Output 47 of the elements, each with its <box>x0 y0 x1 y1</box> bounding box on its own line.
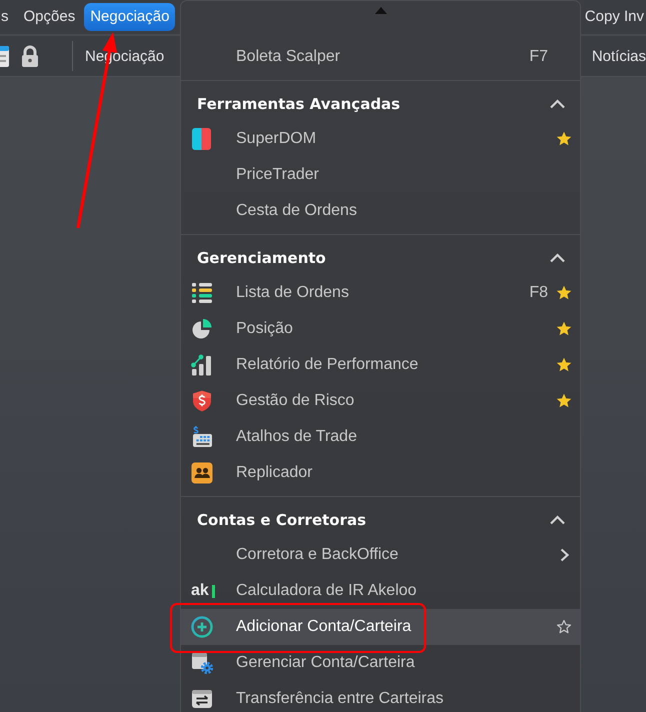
section-title: Contas e Corretoras <box>197 511 366 529</box>
menu-item[interactable]: ak Calculadora de IR Akeloo <box>181 573 580 609</box>
shield-dollar-icon <box>191 390 213 412</box>
chevron-up-icon[interactable] <box>549 253 566 263</box>
menu-item[interactable]: Relatório de Performance <box>181 347 580 383</box>
menu-item[interactable]: Lista de Ordens F8 <box>181 275 580 311</box>
menu-item[interactable]: SuperDOM <box>181 121 580 157</box>
pie-chart-icon <box>191 318 213 340</box>
chevron-up-icon[interactable] <box>549 515 566 525</box>
people-icon <box>191 462 213 484</box>
star-icon[interactable] <box>556 393 572 409</box>
keyboard-dollar-icon <box>191 426 213 448</box>
split-tile-icon <box>191 128 213 150</box>
window-gear-icon <box>191 652 213 674</box>
menu-item[interactable]: Gestão de Risco <box>181 383 580 419</box>
section-title: Ferramentas Avançadas <box>197 95 400 113</box>
shortcut-label: F8 <box>529 284 548 302</box>
menu-item[interactable]: PriceTrader <box>181 157 580 193</box>
menu-item[interactable]: Corretora e BackOffice <box>181 537 580 573</box>
menu-item[interactable]: Posição <box>181 311 580 347</box>
plus-circle-icon <box>191 616 213 638</box>
lock-icon[interactable] <box>20 45 40 67</box>
star-icon[interactable] <box>556 285 572 301</box>
chevron-up-icon[interactable] <box>549 99 566 109</box>
star-outline-icon[interactable] <box>556 619 572 635</box>
menu-item[interactable]: Boleta Scalper F7 <box>181 39 580 75</box>
workspace-tab[interactable]: Notícias <box>592 48 646 64</box>
star-icon[interactable] <box>556 357 572 373</box>
bar-chart-icon <box>191 354 213 376</box>
shortcut-label: F7 <box>529 48 548 66</box>
panel-icon[interactable] <box>0 45 9 67</box>
star-icon[interactable] <box>556 321 572 337</box>
menu-item[interactable]: Transferência entre Carteiras <box>181 681 580 712</box>
menu-bar-item[interactable]: Opções <box>18 3 82 31</box>
menu-item[interactable]: Replicador <box>181 455 580 491</box>
logo: ak <box>191 582 215 600</box>
section-title: Gerenciamento <box>197 249 326 267</box>
menu-bar-item[interactable]: Negociação <box>84 3 176 31</box>
star-icon[interactable] <box>556 131 572 147</box>
menu-bar-item[interactable]: Copy Inv <box>582 3 646 31</box>
menu-item[interactable]: Cesta de Ordens <box>181 193 580 229</box>
menu-item[interactable]: Atalhos de Trade <box>181 419 580 455</box>
menu-bar-item[interactable]: s <box>0 3 14 31</box>
menu-item[interactable]: Adicionar Conta/Carteira <box>181 609 580 645</box>
transfer-icon <box>191 688 213 710</box>
list-icon <box>191 282 213 304</box>
menu-item[interactable]: Gerenciar Conta/Carteira <box>181 645 580 681</box>
